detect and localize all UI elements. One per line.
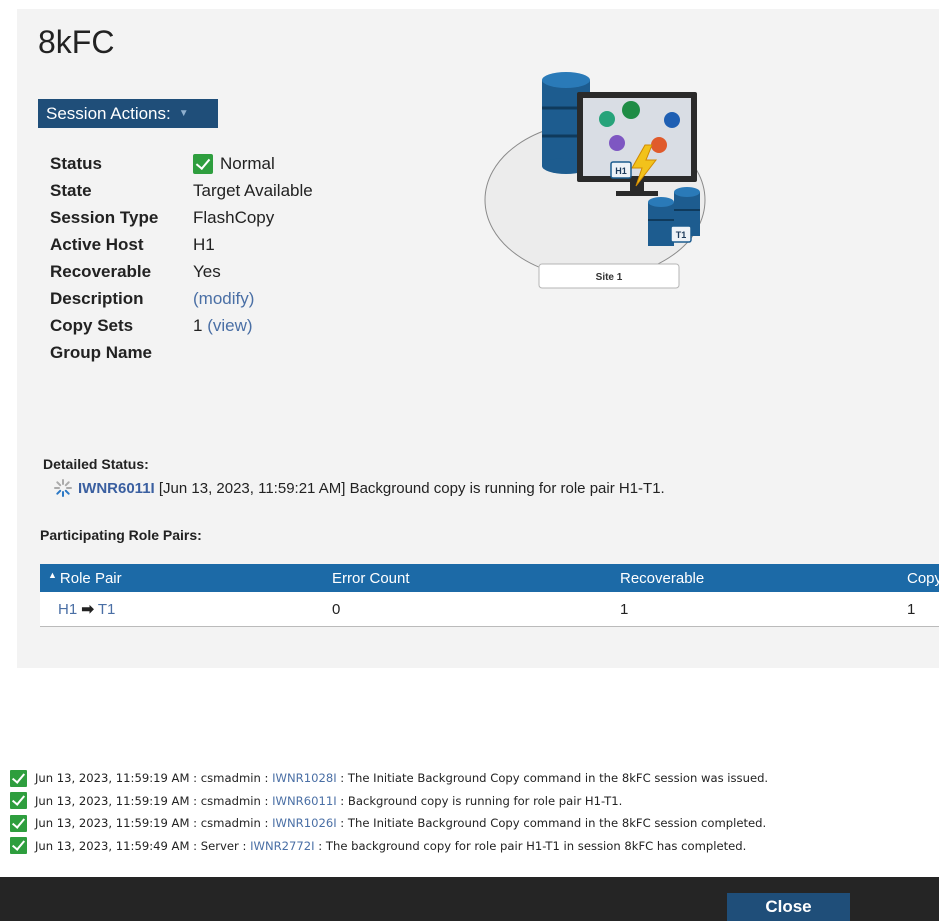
session-topology-illustration: H1 T1 Site 1 [482,70,712,295]
detailed-status-message: IWNR6011I [Jun 13, 2023, 11:59:21 AM] Ba… [54,479,665,497]
table-row: H1 ➡ T1 0 1 1 [40,592,939,627]
detailed-status-label: Detailed Status: [43,456,149,472]
log-message: : The background copy for role pair H1-T… [314,838,747,853]
column-header-role-pair[interactable]: ▲ Role Pair [40,570,330,587]
success-check-icon [10,792,27,810]
role-pair-from[interactable]: H1 [58,601,77,618]
log-entry: Jun 13, 2023, 11:59:19 AM : csmadmin : I… [10,812,768,835]
success-check-icon [10,814,27,832]
recoverable-cell: 1 [620,600,629,618]
log-code-link[interactable]: IWNR1026I [272,816,337,830]
session-actions-button[interactable]: Session Actions: ▼ [38,99,218,128]
state-value: Target Available [193,180,313,200]
log-entry: Jun 13, 2023, 11:59:19 AM : csmadmin : I… [10,790,768,813]
session-actions-label: Session Actions: [46,103,171,123]
log-code-link[interactable]: IWNR6011I [272,794,337,808]
session-properties: Status Normal State Target Available Ses… [50,150,313,366]
prop-copy-sets: Copy Sets 1 (view) [50,312,313,339]
log-entry: Jun 13, 2023, 11:59:49 AM : Server : IWN… [10,835,768,858]
prop-label: Recoverable [50,261,152,281]
prop-label: State [50,180,92,200]
site-diagram: H1 T1 Site 1 [484,72,706,289]
host-badge: H1 [615,166,627,176]
log-entry: Jun 13, 2023, 11:59:19 AM : csmadmin : I… [10,767,768,790]
log-prefix: Jun 13, 2023, 11:59:19 AM : csmadmin : [35,771,273,786]
column-label: Role Pair [59,569,122,587]
copy-cell: 1 [907,600,916,618]
column-header-error-count[interactable]: Error Count [330,570,620,587]
error-count-cell: 0 [332,600,341,618]
spinner-icon [54,479,72,497]
role-pairs-table: ▲ Role Pair Error Count Recoverable Copy … [40,564,939,627]
status-value: Normal [220,153,275,173]
site-label: Site 1 [596,272,623,283]
status-message-text: [Jun 13, 2023, 11:59:21 AM] Background c… [154,479,665,497]
log-prefix: Jun 13, 2023, 11:59:19 AM : csmadmin : [35,793,273,808]
prop-label: Description [50,288,144,308]
prop-session-type: Session Type FlashCopy [50,204,313,231]
host-monitor-icon: H1 [577,92,697,196]
chevron-down-icon: ▼ [178,108,189,119]
check-icon [193,153,213,174]
prop-value: 1 (view) [193,316,253,336]
prop-label: Group Name [50,342,153,362]
session-type-value: FlashCopy [193,207,275,227]
status-message-code-link[interactable]: IWNR6011I [78,480,155,497]
table-header: ▲ Role Pair Error Count Recoverable Copy [40,564,939,592]
message-log: Jun 13, 2023, 11:59:19 AM : csmadmin : I… [10,767,768,857]
arrow-right-icon: ➡ [81,601,94,618]
prop-label: Active Host [50,234,144,254]
log-prefix: Jun 13, 2023, 11:59:19 AM : csmadmin : [35,816,273,831]
close-button[interactable]: Close [727,893,850,921]
role-pair-to[interactable]: T1 [98,601,116,618]
view-copy-sets-link[interactable]: (view) [207,316,252,336]
log-prefix: Jun 13, 2023, 11:59:49 AM : Server : [35,838,251,853]
success-check-icon [10,837,27,855]
log-code-link[interactable]: IWNR1028I [272,771,337,785]
prop-status: Status Normal [50,150,313,177]
prop-value: Normal [193,153,275,174]
log-message: : The Initiate Background Copy command i… [336,771,769,786]
recoverable-value: Yes [193,261,221,281]
prop-label: Status [50,153,102,173]
log-message: : Background copy is running for role pa… [336,793,623,808]
sort-ascending-icon: ▲ [48,569,57,580]
column-header-recoverable[interactable]: Recoverable [620,570,907,587]
copy-sets-count: 1 [193,315,203,335]
prop-description: Description (modify) [50,285,313,312]
role-pairs-label: Participating Role Pairs: [40,527,202,543]
active-host-value: H1 [193,234,215,254]
session-title: 8kFC [38,24,115,60]
success-check-icon [10,769,27,787]
log-message: : The Initiate Background Copy command i… [336,816,767,831]
log-code-link[interactable]: IWNR2772I [250,839,315,853]
column-header-copy[interactable]: Copy [907,570,939,587]
prop-recoverable: Recoverable Yes [50,258,313,285]
role-pair-cell[interactable]: H1 ➡ T1 [40,600,330,618]
prop-label: Copy Sets [50,315,134,335]
modify-description-link[interactable]: (modify) [193,289,254,309]
prop-active-host: Active Host H1 [50,231,313,258]
prop-group-name: Group Name [50,339,313,366]
prop-state: State Target Available [50,177,313,204]
prop-label: Session Type [50,207,159,227]
target-badge: T1 [676,230,687,240]
